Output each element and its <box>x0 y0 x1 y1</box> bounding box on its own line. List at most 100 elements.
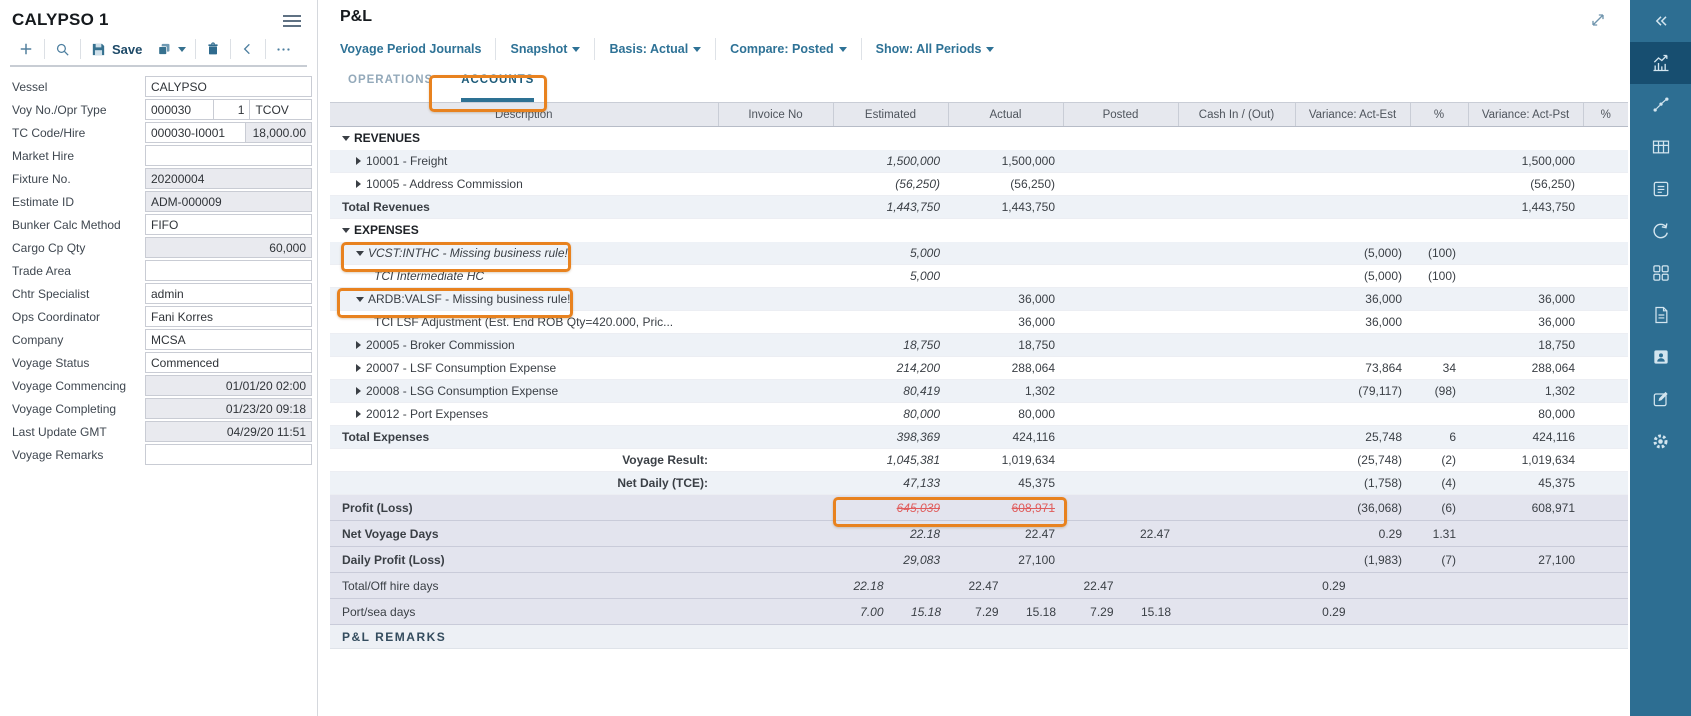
toolbar-item-label: Voyage Period Journals <box>340 42 481 56</box>
pnl-row[interactable]: VCST:INTHC - Missing business rule!5,000… <box>330 242 1628 265</box>
field-input[interactable]: Fani Korres <box>145 306 312 327</box>
column-header[interactable]: % <box>1410 103 1468 127</box>
form-row: Cargo Cp Qty60,000 <box>0 236 317 259</box>
field-input[interactable]: 01/23/20 09:18 <box>145 398 312 419</box>
cell-est <box>833 219 948 242</box>
panel-menu-icon[interactable] <box>283 11 301 30</box>
caret-right-icon[interactable] <box>356 364 361 372</box>
caret-right-icon[interactable] <box>356 180 361 188</box>
save-button[interactable]: Save <box>83 37 149 61</box>
sidebar-item-settings[interactable] <box>1630 420 1691 462</box>
field-input[interactable]: 000030-I0001 <box>145 122 246 143</box>
field-input[interactable]: CALYPSO <box>145 76 312 97</box>
pnl-row[interactable]: 20008 - LSG Consumption Expense80,4191,3… <box>330 380 1628 403</box>
field-input[interactable]: admin <box>145 283 312 304</box>
caret-right-icon[interactable] <box>356 387 361 395</box>
field-label: Voyage Status <box>12 356 145 370</box>
cell-pae: 6 <box>1410 426 1468 449</box>
cell-vae: 0.29 <box>1295 521 1410 547</box>
column-header[interactable]: % <box>1583 103 1628 127</box>
field-input[interactable]: ADM-000009 <box>145 191 312 212</box>
copy-menu-button[interactable] <box>149 37 193 61</box>
field-input[interactable]: Commenced <box>145 352 312 373</box>
pnl-toolbar-item[interactable]: Basis: Actual <box>595 38 716 60</box>
row-description: 20007 - LSF Consumption Expense <box>366 361 556 375</box>
cell-cash <box>1178 173 1295 196</box>
row-description: Daily Profit (Loss) <box>342 553 445 567</box>
field-input[interactable]: 01/01/20 02:00 <box>145 375 312 396</box>
sidebar-item-contacts[interactable] <box>1630 336 1691 378</box>
field-input[interactable]: FIFO <box>145 214 312 235</box>
caret-right-icon[interactable] <box>356 157 361 165</box>
field-input[interactable] <box>145 145 312 166</box>
cell-inv <box>718 288 833 311</box>
column-header[interactable]: Description <box>330 103 718 127</box>
column-header[interactable]: Posted <box>1063 103 1178 127</box>
pnl-toolbar-item[interactable]: Voyage Period Journals <box>340 38 496 60</box>
field-input[interactable] <box>145 444 312 465</box>
cell-pst <box>1063 449 1178 472</box>
pnl-toolbar-item[interactable]: Snapshot <box>496 38 595 60</box>
column-header[interactable]: Variance: Act-Est <box>1295 103 1410 127</box>
pnl-row[interactable]: 10005 - Address Commission(56,250)(56,25… <box>330 173 1628 196</box>
cell-pae <box>1410 196 1468 219</box>
column-header[interactable]: Variance: Act-Pst <box>1468 103 1583 127</box>
caret-down-icon[interactable] <box>342 136 350 141</box>
cell-pap <box>1583 311 1628 334</box>
column-header[interactable]: Actual <box>948 103 1063 127</box>
caret-right-icon[interactable] <box>356 341 361 349</box>
field-input[interactable]: 60,000 <box>145 237 312 258</box>
more-button[interactable] <box>268 37 299 61</box>
collapse-window-button[interactable] <box>1588 10 1608 35</box>
pnl-row[interactable]: 20007 - LSF Consumption Expense214,20028… <box>330 357 1628 380</box>
form-row: Voyage StatusCommenced <box>0 351 317 374</box>
pnl-row[interactable]: TCI Intermediate HC5,000(5,000)(100) <box>330 265 1628 288</box>
column-header[interactable]: Estimated <box>833 103 948 127</box>
field-label: Last Update GMT <box>12 425 145 439</box>
pnl-row[interactable]: 10001 - Freight1,500,0001,500,0001,500,0… <box>330 150 1628 173</box>
caret-down-icon[interactable] <box>356 251 364 256</box>
pnl-toolbar-item[interactable]: Show: All Periods <box>862 38 1009 60</box>
field-input[interactable]: TCOV <box>249 99 312 120</box>
sidebar-item-checklist[interactable] <box>1630 168 1691 210</box>
delete-button[interactable] <box>198 37 228 61</box>
sidebar-item-documents[interactable] <box>1630 294 1691 336</box>
sidebar-item-notes[interactable] <box>1630 378 1691 420</box>
tab-operations[interactable]: OPERATIONS <box>348 74 433 102</box>
pnl-row[interactable]: ARDB:VALSF - Missing business rule!36,00… <box>330 288 1628 311</box>
chevron-down-icon <box>693 47 701 52</box>
sidebar-item-gauge[interactable] <box>1630 210 1691 252</box>
pnl-row[interactable]: TCI LSF Adjustment (Est. End ROB Qty=420… <box>330 311 1628 334</box>
field-input[interactable]: 1 <box>213 99 250 120</box>
caret-right-icon[interactable] <box>356 410 361 418</box>
sidebar-item-pnl[interactable] <box>1630 42 1691 84</box>
column-header[interactable]: Invoice No <box>718 103 833 127</box>
caret-down-icon[interactable] <box>356 297 364 302</box>
cell-cash <box>1178 219 1295 242</box>
sidebar-item-table[interactable] <box>1630 126 1691 168</box>
pnl-toolbar-item[interactable]: Compare: Posted <box>716 38 862 60</box>
cell-pap <box>1583 599 1628 625</box>
sidebar-item-collapse[interactable] <box>1630 0 1691 42</box>
cell-vap: 18,750 <box>1468 334 1583 357</box>
tab-accounts[interactable]: ACCOUNTS <box>461 74 534 102</box>
field-input[interactable]: 000030 <box>145 99 214 120</box>
back-button[interactable] <box>233 37 263 61</box>
field-input[interactable]: 20200004 <box>145 168 312 189</box>
cell-inv <box>718 173 833 196</box>
field-input[interactable]: 04/29/20 11:51 <box>145 421 312 442</box>
column-header[interactable]: Cash In / (Out) <box>1178 103 1295 127</box>
pnl-row[interactable]: 20005 - Broker Commission18,75018,75018,… <box>330 334 1628 357</box>
sidebar-item-modules[interactable] <box>1630 252 1691 294</box>
search-button[interactable] <box>47 37 78 61</box>
field-input[interactable] <box>145 260 312 281</box>
row-description: Voyage Result: <box>622 453 708 467</box>
pnl-row[interactable]: 20012 - Port Expenses80,00080,00080,000 <box>330 403 1628 426</box>
field-input[interactable]: 18,000.00 <box>245 122 312 143</box>
sidebar-item-activity[interactable] <box>1630 84 1691 126</box>
caret-down-icon[interactable] <box>342 228 350 233</box>
field-label: TC Code/Hire <box>12 126 145 140</box>
ellipsis-icon <box>275 41 292 58</box>
field-input[interactable]: MCSA <box>145 329 312 350</box>
new-button[interactable] <box>10 37 42 61</box>
